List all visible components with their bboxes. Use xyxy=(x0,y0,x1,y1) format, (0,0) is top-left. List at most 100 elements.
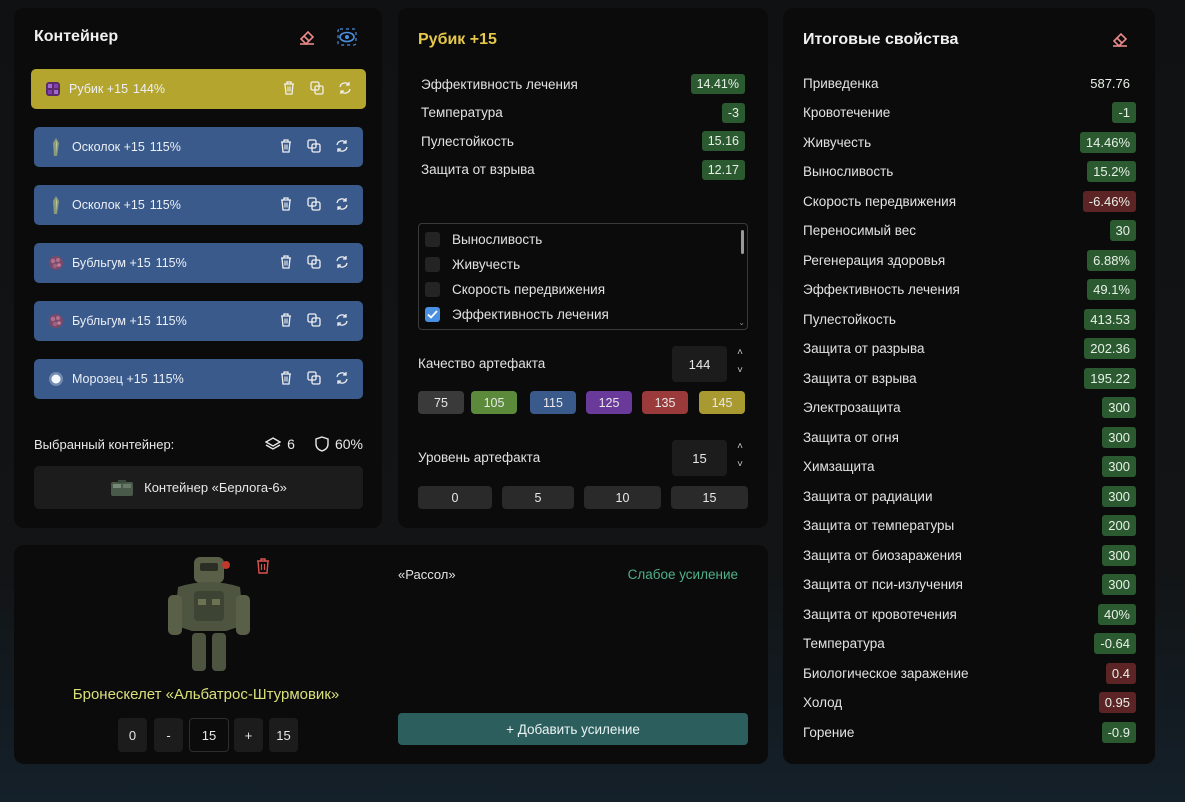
trash-icon[interactable] xyxy=(277,253,295,271)
quality-preset-button[interactable]: 145 xyxy=(699,391,745,414)
quality-preset-button[interactable]: 75 xyxy=(418,391,464,414)
total-stat-row: Живучесть 14.46% xyxy=(803,130,1136,154)
eraser-icon[interactable] xyxy=(1109,28,1131,50)
slot-percent: 115% xyxy=(149,198,181,212)
trash-icon[interactable] xyxy=(277,137,295,155)
property-option[interactable]: Скорость передвижения xyxy=(425,278,605,300)
armor-panel: Бронескелет «Альбатрос-Штурмовик» 0 - 15… xyxy=(14,545,768,764)
total-stat-label: Кровотечение xyxy=(803,105,891,120)
refresh-icon[interactable] xyxy=(333,311,351,329)
total-stat-value: 195.22 xyxy=(1084,367,1136,389)
total-stat-value: 202.36 xyxy=(1084,338,1136,359)
container-slot[interactable]: Осколок +15 115% xyxy=(34,185,363,225)
total-stat-row: Защита от взрыва 195.22 xyxy=(803,366,1136,390)
level-decrement-button[interactable]: - xyxy=(154,718,183,752)
quality-preset-button[interactable]: 125 xyxy=(586,391,632,414)
copy-icon[interactable] xyxy=(305,195,323,213)
total-stat-value: 300 xyxy=(1102,397,1136,418)
level-max-button[interactable]: 15 xyxy=(269,718,298,752)
property-option[interactable]: Выносливость xyxy=(425,228,542,250)
total-stat-label: Электрозащита xyxy=(803,400,901,415)
level-preset-button[interactable]: 15 xyxy=(671,486,748,509)
total-stat-label: Регенерация здоровья xyxy=(803,252,946,268)
total-stat-label: Пулестойкость xyxy=(803,311,896,327)
container-slot[interactable]: Морозец +15 115% xyxy=(34,359,363,399)
checkbox[interactable] xyxy=(425,256,440,272)
trash-icon[interactable] xyxy=(252,555,274,577)
level-min-button[interactable]: 0 xyxy=(118,718,147,752)
quality-preset-button[interactable]: 105 xyxy=(471,391,517,414)
level-preset-button[interactable]: 5 xyxy=(502,486,574,509)
level-increment-button[interactable]: + xyxy=(234,718,263,752)
total-stat-value: 14.46% xyxy=(1079,131,1136,153)
total-stat-value: 40% xyxy=(1097,603,1136,625)
artifact-stat-row: Защита от взрыва 12.17 xyxy=(421,158,745,182)
container-select-button[interactable]: Контейнер «Берлога-6» xyxy=(34,466,363,509)
container-slot[interactable]: Бубльгум +15 115% xyxy=(34,243,363,283)
refresh-icon[interactable] xyxy=(336,79,354,97)
copy-icon[interactable] xyxy=(308,79,326,97)
armor-level-input[interactable]: 15 xyxy=(189,718,229,752)
total-stat-value: 300 xyxy=(1102,485,1136,507)
refresh-icon[interactable] xyxy=(333,137,351,155)
stat-value: 15.16 xyxy=(701,131,745,151)
level-input[interactable]: 15 xyxy=(672,440,727,476)
eye-icon[interactable] xyxy=(336,26,358,48)
option-label: Живучесть xyxy=(452,256,521,272)
quality-preset-button[interactable]: 135 xyxy=(642,391,688,414)
checkbox[interactable] xyxy=(425,306,440,322)
boost-strength[interactable]: Слабое усиление xyxy=(628,567,738,582)
total-stat-row: Скорость передвижения -6.46% xyxy=(803,189,1136,213)
container-name: Контейнер «Берлога-6» xyxy=(144,480,287,495)
container-title: Контейнер xyxy=(34,28,119,45)
add-boost-button[interactable]: + Добавить усиление xyxy=(398,713,748,745)
listbox-scrollbar[interactable] xyxy=(741,230,744,254)
quality-up-icon[interactable]: ˄ xyxy=(733,346,747,360)
slot-name: Морозец +15 xyxy=(72,372,148,386)
total-stat-label: Приведенка xyxy=(803,75,879,91)
artifact-stat-row: Температура -3 xyxy=(421,101,745,125)
quality-input[interactable]: 144 xyxy=(672,346,727,382)
eraser-icon[interactable] xyxy=(296,26,318,48)
total-stat-row: Защита от пси-излучения 300 xyxy=(803,573,1136,597)
container-slot[interactable]: Рубик +15 144% xyxy=(31,69,366,109)
total-stat-label: Холод xyxy=(803,695,843,710)
trash-icon[interactable] xyxy=(277,369,295,387)
total-stat-label: Живучесть xyxy=(803,134,872,150)
copy-icon[interactable] xyxy=(305,137,323,155)
level-up-icon[interactable]: ˄ xyxy=(733,440,747,454)
slot-name: Бубльгум +15 xyxy=(72,256,151,270)
total-stat-value: 0.4 xyxy=(1105,662,1136,684)
refresh-icon[interactable] xyxy=(333,369,351,387)
property-option[interactable]: Живучесть xyxy=(425,253,520,275)
refresh-icon[interactable] xyxy=(333,253,351,271)
refresh-icon[interactable] xyxy=(333,195,351,213)
property-listbox[interactable]: Выносливость Живучесть Скорость передвижен… xyxy=(418,223,748,330)
quality-preset-button[interactable]: 115 xyxy=(530,391,576,414)
container-slot[interactable]: Бубльгум +15 115% xyxy=(34,301,363,341)
total-stat-row: Выносливость 15.2% xyxy=(803,160,1136,184)
copy-icon[interactable] xyxy=(305,311,323,329)
copy-icon[interactable] xyxy=(305,253,323,271)
total-stat-value: -0.9 xyxy=(1101,721,1136,743)
total-stat-row: Защита от разрыва 202.36 xyxy=(803,337,1136,361)
trash-icon[interactable] xyxy=(277,311,295,329)
level-down-icon[interactable]: ˅ xyxy=(733,458,747,472)
scroll-down-icon[interactable]: ⌄ xyxy=(738,318,745,327)
property-option[interactable]: Эффективность лечения xyxy=(425,303,609,325)
quality-down-icon[interactable]: ˅ xyxy=(733,364,747,378)
shard-artifact-icon xyxy=(46,137,66,157)
level-preset-button[interactable]: 0 xyxy=(418,486,492,509)
total-stat-label: Биологическое заражение xyxy=(803,665,969,681)
trash-icon[interactable] xyxy=(277,195,295,213)
total-stat-row: Химзащита 300 xyxy=(803,455,1136,479)
copy-icon[interactable] xyxy=(305,369,323,387)
container-slot[interactable]: Осколок +15 115% xyxy=(34,127,363,167)
total-stat-value: 15.2% xyxy=(1087,161,1136,182)
checkbox[interactable] xyxy=(425,281,440,297)
level-preset-button[interactable]: 10 xyxy=(584,486,661,509)
trash-icon[interactable] xyxy=(280,79,298,97)
total-stat-label: Химзащита xyxy=(803,459,875,474)
checkbox[interactable] xyxy=(425,231,440,247)
shard-artifact-icon xyxy=(46,195,66,215)
